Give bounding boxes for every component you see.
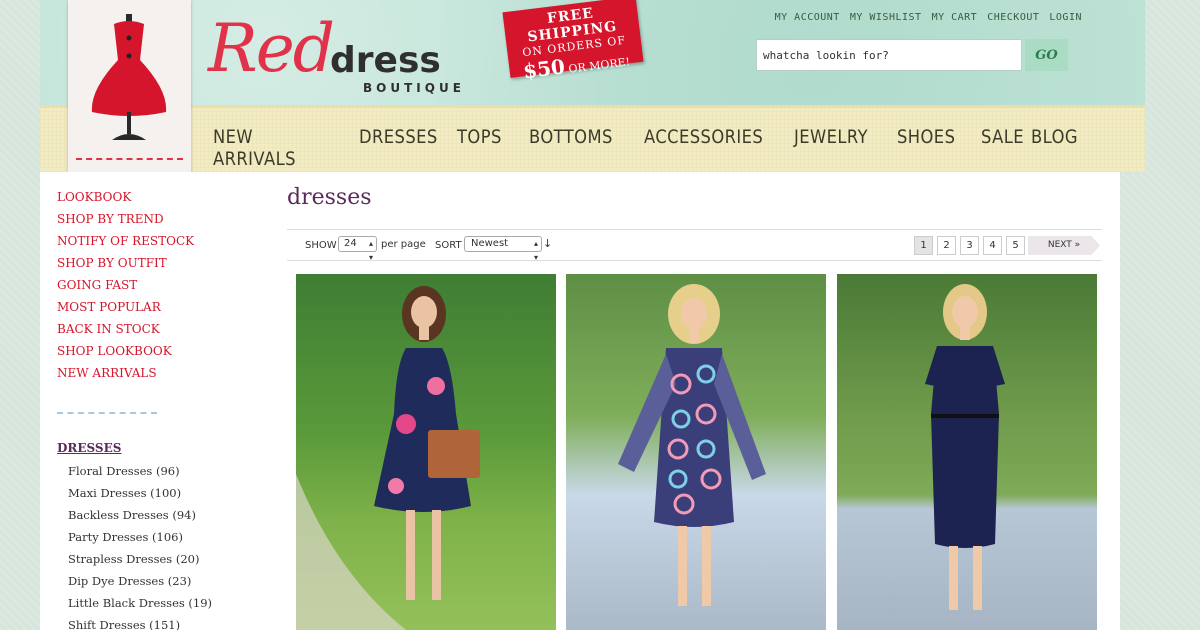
- sort-value: Newest: [471, 238, 509, 249]
- sidebar-item-maxi[interactable]: Maxi Dresses (100): [57, 485, 267, 507]
- my-wishlist-link[interactable]: MY WISHLIST: [850, 12, 922, 23]
- page-3-button[interactable]: 3: [960, 236, 979, 255]
- sidebar-heading-dresses[interactable]: DRESSES: [57, 441, 267, 463]
- sort-select[interactable]: Newest ▴ ▾: [464, 236, 542, 262]
- select-caret-icon: ▴ ▾: [533, 239, 538, 262]
- sidebar: LOOKBOOK SHOP BY TREND NOTIFY OF RESTOCK…: [57, 190, 267, 630]
- sidebar-link-lookbook[interactable]: LOOKBOOK: [57, 190, 267, 212]
- sidebar-item-little-black[interactable]: Little Black Dresses (19): [57, 595, 267, 617]
- show-label: SHOW: [305, 240, 337, 251]
- sidebar-link-notify-restock[interactable]: NOTIFY OF RESTOCK: [57, 234, 267, 256]
- main-nav: NEW ARRIVALS DRESSES TOPS BOTTOMS ACCESS…: [213, 126, 1091, 170]
- per-page-select[interactable]: 24 ▴ ▾: [338, 236, 377, 262]
- nav-tops[interactable]: TOPS: [457, 126, 519, 170]
- sidebar-link-most-popular[interactable]: MOST POPULAR: [57, 300, 267, 322]
- nav-shoes[interactable]: SHOES: [897, 126, 969, 170]
- nav-sale[interactable]: SALE: [981, 126, 1024, 170]
- sidebar-divider: [57, 412, 157, 414]
- page-1-button[interactable]: 1: [914, 236, 933, 255]
- search-input[interactable]: [756, 39, 1022, 71]
- page-4-button[interactable]: 4: [983, 236, 1002, 255]
- listing-toolbar: SHOW 24 ▴ ▾ per page SORT Newest ▴ ▾ ↓ 1 2…: [287, 229, 1102, 262]
- ship-amount: $50: [521, 54, 567, 84]
- page-2-button[interactable]: 2: [937, 236, 956, 255]
- site-header: Red dress BOUTIQUE FREE SHIPPING ON ORDE…: [40, 0, 1145, 172]
- next-page-button[interactable]: NEXT »: [1028, 236, 1100, 255]
- sidebar-item-floral[interactable]: Floral Dresses (96): [57, 463, 267, 485]
- product-image-navy-sheath-dress[interactable]: [837, 274, 1097, 630]
- sidebar-link-shop-lookbook[interactable]: SHOP LOOKBOOK: [57, 344, 267, 366]
- stitch-divider: [76, 158, 183, 160]
- login-link[interactable]: LOGIN: [1049, 12, 1082, 23]
- brand-logo[interactable]: Red dress BOUTIQUE: [208, 10, 461, 105]
- sidebar-link-going-fast[interactable]: GOING FAST: [57, 278, 267, 300]
- logo-word: dress: [330, 40, 441, 81]
- page-5-button[interactable]: 5: [1006, 236, 1025, 255]
- product-image-floral-dress[interactable]: [296, 274, 556, 630]
- nav-dresses[interactable]: DRESSES: [359, 126, 443, 170]
- nav-bottoms[interactable]: BOTTOMS: [529, 126, 628, 170]
- content-area: LOOKBOOK SHOP BY TREND NOTIFY OF RESTOCK…: [40, 172, 1120, 630]
- per-page-value: 24: [344, 238, 357, 249]
- nav-accessories[interactable]: ACCESSORIES: [644, 126, 773, 170]
- sidebar-link-shop-by-outfit[interactable]: SHOP BY OUTFIT: [57, 256, 267, 278]
- mannequin-logo-icon[interactable]: [68, 0, 191, 172]
- my-account-link[interactable]: MY ACCOUNT: [775, 12, 840, 23]
- page-title: dresses: [287, 185, 372, 210]
- search-go-button[interactable]: GO: [1025, 39, 1068, 71]
- sort-direction-icon[interactable]: ↓: [543, 237, 552, 250]
- sort-label: SORT: [435, 240, 462, 251]
- sidebar-item-shift[interactable]: Shift Dresses (151): [57, 617, 267, 630]
- nav-new-arrivals[interactable]: NEW ARRIVALS: [213, 126, 339, 170]
- sidebar-item-strapless[interactable]: Strapless Dresses (20): [57, 551, 267, 573]
- sidebar-item-party[interactable]: Party Dresses (106): [57, 529, 267, 551]
- select-caret-icon: ▴ ▾: [368, 239, 373, 262]
- per-page-label: per page: [381, 239, 426, 250]
- sidebar-link-new-arrivals[interactable]: NEW ARRIVALS: [57, 366, 267, 388]
- nav-jewelry[interactable]: JEWELRY: [794, 126, 883, 170]
- nav-blog[interactable]: BLOG: [1031, 126, 1083, 170]
- my-cart-link[interactable]: MY CART: [932, 12, 978, 23]
- sidebar-item-backless[interactable]: Backless Dresses (94): [57, 507, 267, 529]
- product-image-medallion-dress[interactable]: [566, 274, 826, 630]
- checkout-link[interactable]: CHECKOUT: [987, 12, 1039, 23]
- sidebar-link-back-in-stock[interactable]: BACK IN STOCK: [57, 322, 267, 344]
- logo-sub: BOUTIQUE: [363, 81, 465, 95]
- sidebar-link-shop-by-trend[interactable]: SHOP BY TREND: [57, 212, 267, 234]
- free-shipping-badge[interactable]: FREE SHIPPING ON ORDERS OF $50 OR MORE!: [502, 0, 644, 83]
- logo-script: Red: [208, 10, 335, 87]
- pagination: 1 2 3 4 5: [914, 236, 1025, 255]
- account-links: MY ACCOUNT MY WISHLIST MY CART CHECKOUT …: [775, 12, 1082, 23]
- sidebar-item-dip-dye[interactable]: Dip Dye Dresses (23): [57, 573, 267, 595]
